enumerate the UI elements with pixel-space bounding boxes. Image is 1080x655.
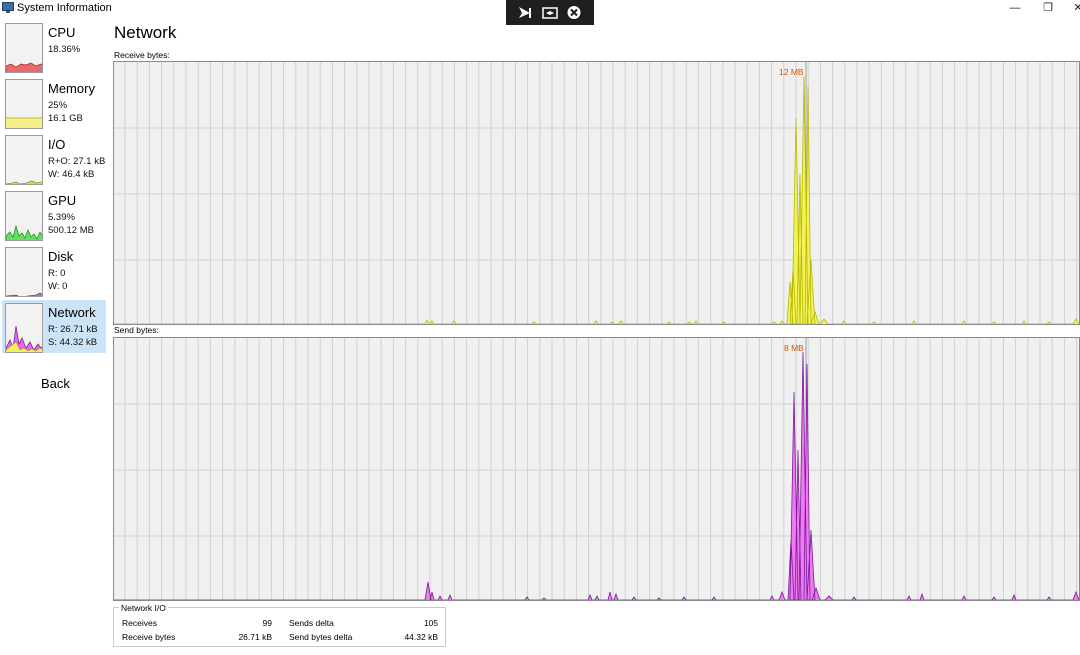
io-read-other-value: R+O: 27.1 kB [48, 156, 106, 167]
sidebar-item-label: CPU [48, 25, 76, 40]
receives-label: Receives [122, 618, 157, 628]
sidebar-item-label: Memory [48, 81, 95, 96]
send-peak-label: 8 MB [784, 343, 804, 353]
receive-bytes-row-label: Receive bytes [122, 632, 176, 642]
sidebar-item-gpu[interactable]: GPU 5.39% 500.12 MB [2, 188, 106, 241]
send-bytes-delta-value: 44.32 kB [404, 632, 438, 642]
receive-bytes-label: Receive bytes: [114, 50, 170, 60]
overlay-toolbar [506, 0, 594, 25]
gpu-thumbnail-graph [5, 191, 43, 241]
disk-write-value: W: 0 [48, 281, 68, 292]
memory-amount-value: 16.1 GB [48, 113, 83, 124]
send-bytes-label: Send bytes: [114, 325, 159, 335]
cpu-usage-value: 18.36% [48, 44, 81, 55]
network-io-group: Network I/O Receives 99 Receive bytes 26… [113, 603, 446, 647]
close-button[interactable]: ✕ [1068, 0, 1080, 16]
minimize-button[interactable]: — [1005, 0, 1025, 16]
sidebar-item-io[interactable]: I/O R+O: 27.1 kB W: 46.4 kB [2, 132, 106, 185]
sidebar-item-cpu[interactable]: CPU 18.36% [2, 20, 106, 73]
send-bytes-graph: 8 MB [113, 337, 1080, 601]
io-thumbnail-graph [5, 135, 43, 185]
sidebar-item-label: Disk [48, 249, 74, 264]
pointer-icon[interactable] [517, 5, 533, 20]
send-bytes-delta-label: Send bytes delta [289, 632, 353, 642]
sends-delta-label: Sends delta [289, 618, 334, 628]
sidebar: CPU 18.36% Memory 25% 16.1 GB I/O R+O: 2… [0, 18, 108, 518]
page-title: Network [114, 23, 177, 42]
close-circle-icon[interactable] [566, 5, 582, 20]
receive-bytes-graph: 12 MB [113, 61, 1080, 325]
sidebar-item-network[interactable]: Network R: 26.71 kB S: 44.32 kB [2, 300, 106, 353]
io-write-value: W: 46.4 kB [48, 169, 95, 180]
gpu-memory-value: 500.12 MB [48, 225, 94, 236]
network-thumbnail-graph [5, 303, 43, 353]
back-button[interactable]: Back [41, 376, 70, 391]
sends-delta-value: 105 [423, 618, 438, 628]
disk-read-value: R: 0 [48, 268, 66, 279]
sidebar-item-memory[interactable]: Memory 25% 16.1 GB [2, 76, 106, 129]
memory-thumbnail-graph [5, 79, 43, 129]
gpu-usage-value: 5.39% [48, 212, 75, 223]
sidebar-item-label: I/O [48, 137, 66, 152]
receive-bytes-value: 26.71 kB [238, 632, 272, 642]
disk-thumbnail-graph [5, 247, 43, 297]
system-information-icon [2, 2, 14, 13]
window-title: System Information [17, 2, 112, 14]
receives-value: 99 [262, 618, 272, 628]
network-send-value: S: 44.32 kB [48, 337, 98, 348]
restore-button[interactable]: ❐ [1038, 0, 1058, 16]
cpu-thumbnail-graph [5, 23, 43, 73]
sidebar-item-label: GPU [48, 193, 77, 208]
resize-icon[interactable] [542, 5, 558, 20]
sidebar-item-label: Network [48, 305, 96, 320]
receive-peak-label: 12 MB [779, 67, 804, 77]
sidebar-item-disk[interactable]: Disk R: 0 W: 0 [2, 244, 106, 297]
network-receive-value: R: 26.71 kB [48, 324, 98, 335]
network-io-legend: Network I/O [119, 603, 168, 613]
memory-percent-value: 25% [48, 100, 68, 111]
